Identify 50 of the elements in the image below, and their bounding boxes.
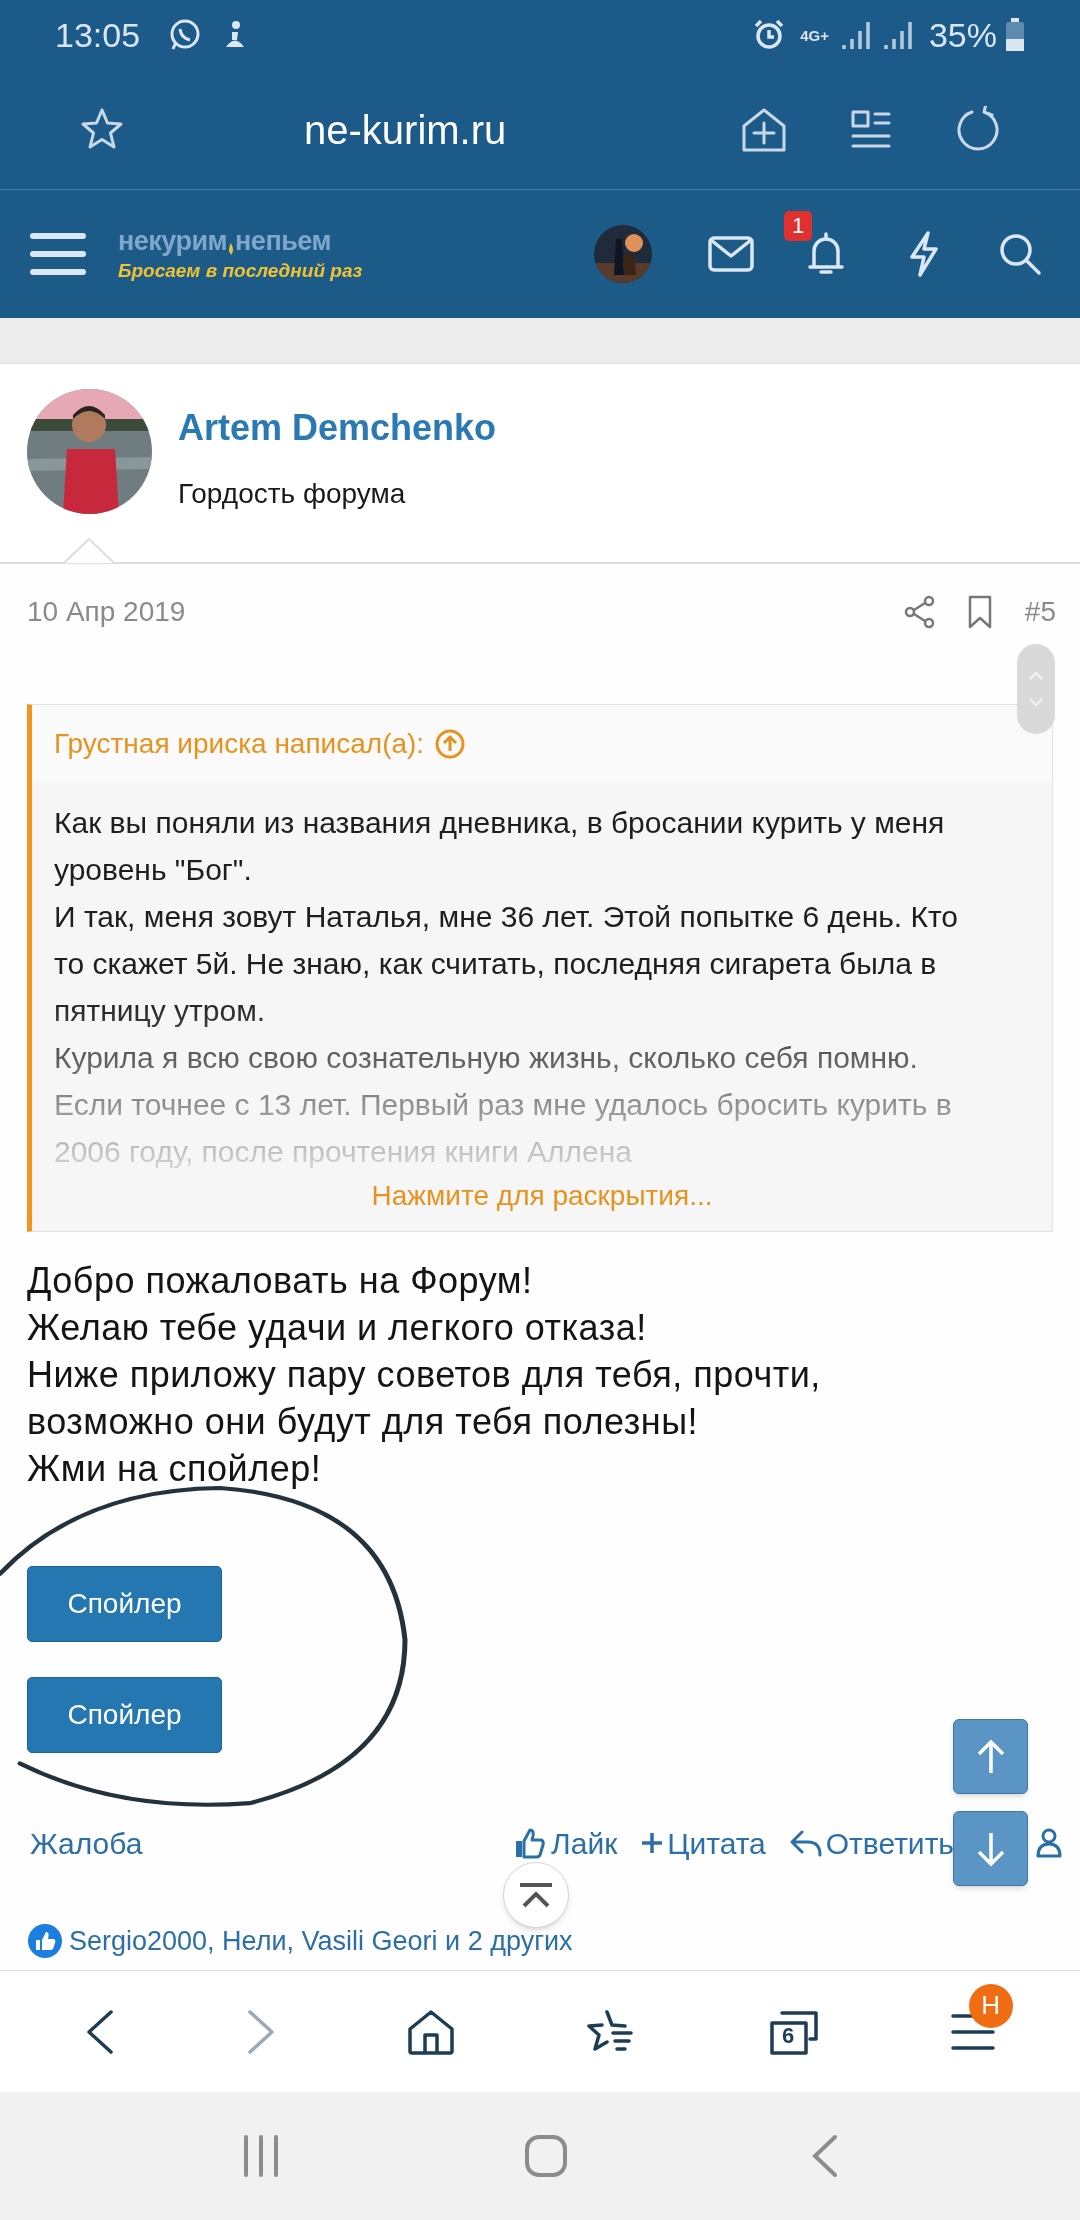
like-badge-icon xyxy=(27,1923,63,1960)
post-text: Ниже приложу пару советов для тебя, прочти, возможно они будут для тебя полезны! xyxy=(27,1353,822,1444)
tabs-icon[interactable] xyxy=(767,2008,820,2055)
plus-icon[interactable] xyxy=(641,1832,664,1854)
likes-list[interactable]: Sergio2000, Нели, Vasili Geori и 2 других xyxy=(69,1921,573,1962)
reply-link[interactable]: Ответить xyxy=(825,1820,954,1866)
logo-tagline: Бросаем в последний раз xyxy=(118,261,363,280)
user-icon[interactable] xyxy=(1036,1828,1062,1858)
scroll-handle[interactable] xyxy=(1017,644,1055,734)
post-text: Желаю тебе удачи и легкого отказа! xyxy=(27,1306,648,1350)
author-title: Гордость форума xyxy=(178,477,407,511)
drop-icon xyxy=(227,243,236,255)
network-type: 4G+ xyxy=(800,27,829,43)
home-button-icon[interactable] xyxy=(524,2134,568,2178)
logo-title[interactable]: некурим xyxy=(118,228,228,255)
battery-percent: 35% xyxy=(928,14,997,56)
quote-link[interactable]: Цитата xyxy=(667,1820,766,1866)
back-icon[interactable] xyxy=(85,2008,116,2055)
profile-badge: Н xyxy=(968,1983,1013,2028)
scroll-up-button[interactable] xyxy=(953,1719,1028,1794)
like-link[interactable]: Лайк xyxy=(551,1820,618,1866)
spoiler-button[interactable]: Спойлер xyxy=(27,1677,222,1753)
home-icon[interactable] xyxy=(406,2008,455,2055)
scroll-top-button[interactable] xyxy=(503,1862,569,1928)
quote-paragraph: И так, меня зовут Наталья, мне 36 лет. Этой попытке 6 день. Кто то скажет 5й. Не знаю, как считать, последняя сигарета была в пятницу утром. xyxy=(54,899,960,1029)
status-time: 13:05 xyxy=(55,14,141,56)
scroll-down-button[interactable] xyxy=(953,1811,1028,1886)
post-number[interactable]: #5 xyxy=(1024,590,1056,633)
logo-title[interactable]: непьем xyxy=(235,228,331,255)
report-link[interactable]: Жалоба xyxy=(30,1820,143,1866)
bell-icon[interactable] xyxy=(806,231,846,277)
tabs-count: 6 xyxy=(781,2024,795,2047)
thumbs-up-icon[interactable] xyxy=(513,1827,546,1859)
collapse-icon[interactable] xyxy=(518,1882,554,1908)
url-text[interactable]: ne-kurim.ru xyxy=(304,99,507,160)
search-icon[interactable] xyxy=(998,232,1042,276)
mail-icon[interactable] xyxy=(708,236,754,272)
post-text: Добро пожаловать на Форум! xyxy=(27,1259,534,1303)
spoiler-button[interactable]: Спойлер xyxy=(27,1566,222,1642)
notification-badge: 1 xyxy=(784,211,813,241)
reply-icon[interactable] xyxy=(789,1829,822,1857)
bookmark-icon[interactable] xyxy=(966,594,993,629)
author-name[interactable]: Artem Demchenko xyxy=(178,401,497,455)
battery-icon xyxy=(1005,18,1025,52)
post-text: Жми на спойлер! xyxy=(27,1447,323,1491)
menu-icon[interactable] xyxy=(30,231,86,277)
post-date[interactable]: 10 Апр 2019 xyxy=(27,590,186,633)
quote-paragraph: Как вы поняли из названия дневника, в бросании курить у меня уровень "Бог". xyxy=(54,805,946,888)
share-icon[interactable] xyxy=(902,594,937,629)
reader-icon[interactable] xyxy=(850,108,892,151)
